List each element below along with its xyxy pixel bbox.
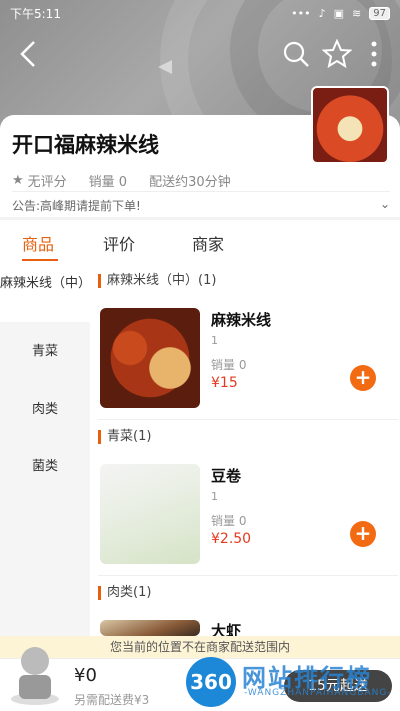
status-icons: ••• ♪ ▣ ≋ 97 bbox=[291, 6, 390, 20]
shop-sales: 销量 0 bbox=[88, 175, 128, 190]
dish-price: ¥2.50 bbox=[211, 531, 252, 547]
chevron-down-icon[interactable]: ⌄ bbox=[380, 197, 390, 214]
search-icon[interactable] bbox=[282, 40, 310, 68]
shop-tabs: 商品 评价 商家 bbox=[0, 222, 400, 264]
tab-reviews[interactable]: 评价 bbox=[103, 231, 135, 255]
dish-desc: 1 bbox=[211, 334, 218, 347]
section-divider bbox=[98, 575, 398, 576]
add-to-cart-button[interactable]: + bbox=[350, 521, 376, 547]
tab-merchant[interactable]: 商家 bbox=[192, 231, 224, 255]
shop-logo bbox=[311, 86, 389, 164]
star-icon[interactable] bbox=[322, 39, 352, 69]
category-item[interactable]: 肉类 bbox=[0, 402, 90, 418]
dots-icon: ••• bbox=[291, 6, 311, 20]
divider bbox=[0, 217, 400, 220]
category-item[interactable]: 麻辣米线（中） bbox=[0, 266, 91, 322]
section-divider bbox=[98, 419, 398, 420]
dish-name: 麻辣米线 bbox=[211, 311, 272, 329]
top-nav bbox=[0, 30, 400, 78]
dish-desc: 1 bbox=[211, 490, 218, 503]
category-item[interactable]: 青菜 bbox=[0, 344, 90, 360]
dish-image[interactable] bbox=[100, 308, 200, 408]
add-to-cart-button[interactable]: + bbox=[350, 365, 376, 391]
status-bar: 下午5:11 ••• ♪ ▣ ≋ 97 bbox=[0, 0, 400, 26]
category-sidebar: 麻辣米线（中） 青菜 肉类 菌类 bbox=[0, 266, 91, 646]
dish-sales: 销量 0 bbox=[211, 514, 247, 528]
wifi-icon: ≋ bbox=[352, 6, 362, 20]
cart-avatar-icon[interactable] bbox=[8, 639, 62, 707]
shop-notice[interactable]: 公告:高峰期请提前下单! ⌄ bbox=[12, 191, 390, 214]
section-header: 肉类(1) bbox=[98, 586, 151, 600]
rating-text: 无评分 bbox=[27, 175, 67, 190]
dish-image[interactable] bbox=[100, 620, 200, 636]
cart-bar: ¥0 另需配送费¥3 15元起送 bbox=[0, 647, 400, 711]
section-header: 青菜(1) bbox=[98, 430, 151, 444]
sim-icon: ▣ bbox=[333, 6, 345, 20]
section-header: 麻辣米线（中）(1) bbox=[98, 274, 216, 288]
back-arrow-icon[interactable] bbox=[14, 38, 46, 70]
delivery-time: 配送约30分钟 bbox=[149, 175, 231, 190]
shop-meta: ★ 无评分 销量 0 配送约30分钟 bbox=[12, 171, 388, 190]
notice-text: 公告:高峰期请提前下单! bbox=[12, 199, 141, 213]
mute-icon: ♪ bbox=[318, 6, 326, 20]
dish-name: 豆卷 bbox=[211, 467, 242, 485]
category-item[interactable]: 菌类 bbox=[0, 459, 90, 475]
tab-goods[interactable]: 商品 bbox=[22, 231, 54, 255]
dish-image[interactable] bbox=[100, 464, 200, 564]
active-tab-indicator bbox=[22, 259, 58, 261]
battery-icon: 97 bbox=[369, 6, 390, 20]
product-list: 麻辣米线（中）(1) 麻辣米线 1 销量 0 ¥15 + 青菜(1) 豆卷 1 … bbox=[90, 266, 400, 646]
checkout-button[interactable]: 15元起送 bbox=[284, 670, 392, 702]
status-time: 下午5:11 bbox=[10, 6, 61, 21]
dish-sales: 销量 0 bbox=[211, 358, 247, 372]
dish-price: ¥15 bbox=[211, 375, 238, 391]
delivery-fee: 另需配送费¥3 bbox=[74, 693, 150, 707]
shop-rating: ★ 无评分 bbox=[12, 171, 67, 190]
more-vertical-icon[interactable] bbox=[364, 39, 384, 69]
rating-star-icon: ★ bbox=[12, 173, 24, 188]
cart-total: ¥0 bbox=[74, 665, 97, 686]
